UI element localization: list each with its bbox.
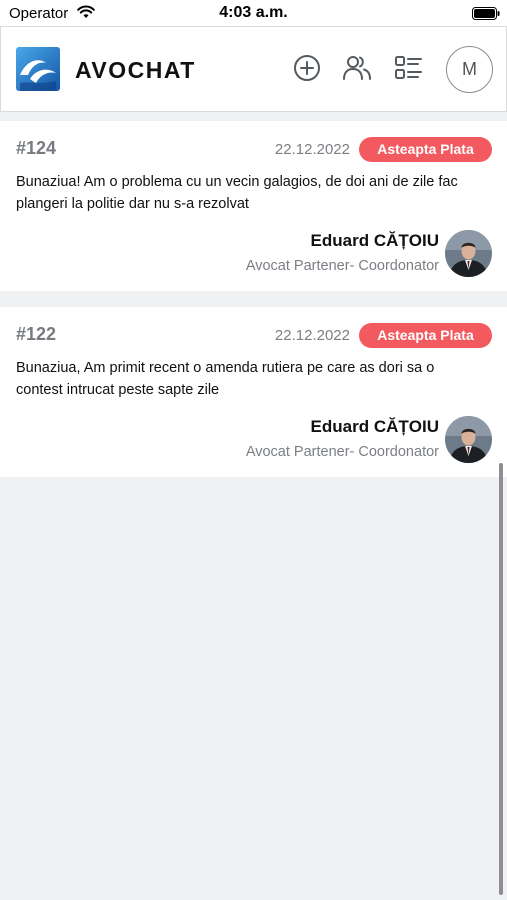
lawyer-avatar [445,416,492,463]
users-icon [343,56,371,80]
plus-circle-icon [294,55,320,81]
app-header: AVOCHAT M [0,26,507,112]
case-date: 22.12.2022 [274,327,350,344]
case-id: #124 [16,138,57,158]
battery-icon [472,7,500,20]
avochat-logo-icon [16,47,60,91]
case-preview-text: Bunaziua! Am o problema cu un vecin gala… [16,171,492,215]
add-case-button[interactable] [292,53,322,83]
scrollbar[interactable] [499,463,503,895]
case-preview-line: plangeri la politie dar nu s-a rezolvat [16,196,249,212]
status-badge: Asteapta Plata [359,137,492,162]
lawyer-photo [445,230,492,277]
users-button[interactable] [342,53,372,83]
avatar-initial: M [462,59,477,79]
case-card[interactable]: #124 22.12.2022 Asteapta Plata Bunaziua!… [0,121,507,291]
case-preview-line: Bunaziua! Am o problema cu un vecin gala… [16,174,458,190]
clock: 4:03 a.m. [219,4,288,21]
lawyer-photo [445,416,492,463]
lawyer-name: Eduard CĂȚOIU [310,231,439,250]
case-preview-line: Bunaziua, Am primit recent o amenda ruti… [16,360,435,376]
status-bar: Operator 4:03 a.m. [0,0,507,26]
status-badge: Asteapta Plata [359,323,492,348]
lawyer-name: Eduard CĂȚOIU [310,417,439,436]
list-icon [395,56,422,79]
case-preview-text: Bunaziua, Am primit recent o amenda ruti… [16,357,492,401]
lawyer-role: Avocat Partener- Coordonator [245,444,439,460]
lawyer-role: Avocat Partener- Coordonator [245,258,439,274]
case-card[interactable]: #122 22.12.2022 Asteapta Plata Bunaziua,… [0,307,507,477]
case-id: #122 [16,324,57,344]
list-view-button[interactable] [393,53,423,83]
case-date: 22.12.2022 [274,141,350,158]
profile-avatar-button[interactable]: M [446,46,493,93]
app-title: AVOCHAT [75,57,196,83]
lawyer-avatar [445,230,492,277]
case-preview-line: contest intrucat peste sapte zile [16,382,220,398]
